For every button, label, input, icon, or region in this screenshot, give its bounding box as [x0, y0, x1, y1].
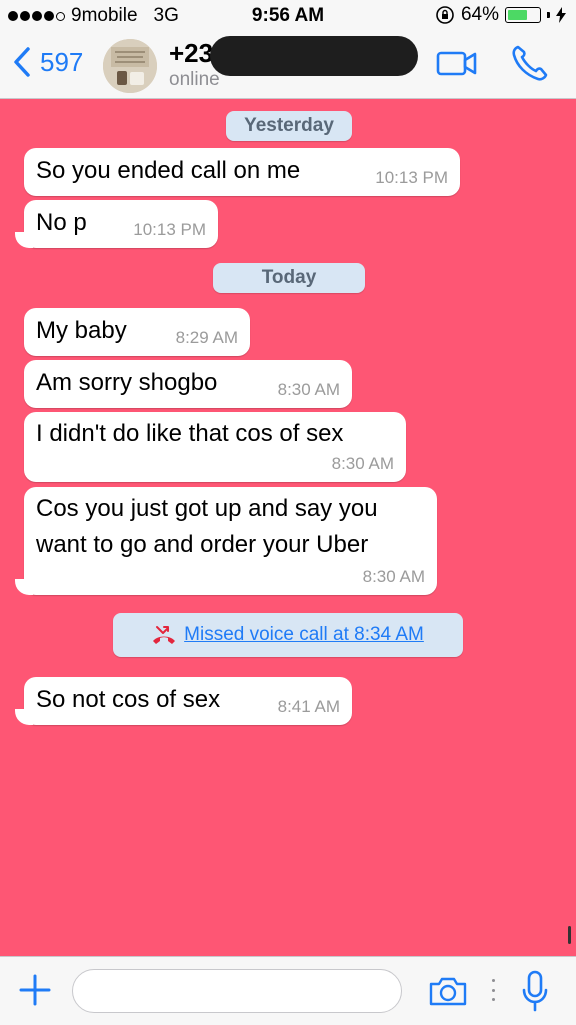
message-bubble[interactable]: I didn't do like that cos of sex 8:30 AM — [24, 412, 406, 482]
message-bubble[interactable]: So not cos of sex 8:41 AM — [15, 677, 352, 725]
message-text: Am sorry shogbo — [36, 369, 218, 396]
bubble-tail — [15, 232, 33, 248]
contact-name[interactable]: +23 — [169, 38, 213, 69]
message-time: 8:30 AM — [362, 567, 425, 586]
message-text-line-2: want to go and order your Uber — [36, 531, 369, 558]
message-time: 8:29 AM — [175, 328, 238, 347]
status-bar: 9mobile 3G 9:56 AM 64% — [0, 0, 576, 32]
date-header-yesterday: Yesterday — [226, 111, 352, 141]
message-time: 10:13 PM — [133, 220, 206, 239]
message-text-line-1: Cos you just got up and say you — [36, 495, 378, 522]
contact-status: online — [169, 69, 220, 90]
chat-header: 597 +23 online — [0, 32, 576, 99]
bubble-tail — [15, 579, 33, 595]
chat-area[interactable]: Yesterday So you ended call on me 10:13 … — [0, 98, 576, 956]
chevron-left-icon — [14, 47, 30, 77]
camera-button[interactable] — [428, 975, 468, 1007]
message-time: 10:13 PM — [375, 168, 448, 187]
message-text: So not cos of sex — [36, 686, 221, 713]
message-bubble[interactable]: So you ended call on me 10:13 PM — [24, 148, 460, 196]
missed-call-notice[interactable]: Missed voice call at 8:34 AM — [113, 613, 463, 657]
more-options-icon[interactable] — [490, 979, 496, 1001]
video-call-button[interactable] — [436, 48, 478, 78]
voice-call-button[interactable] — [510, 43, 550, 83]
message-bubble[interactable]: No p 10:13 PM — [15, 200, 218, 248]
message-time: 8:30 AM — [277, 380, 340, 399]
battery-icon — [505, 7, 541, 23]
status-right: 64% — [435, 4, 566, 26]
message-bubble[interactable]: Am sorry shogbo 8:30 AM — [24, 360, 352, 408]
back-button[interactable]: 597 — [12, 46, 83, 78]
avatar[interactable] — [103, 39, 157, 93]
message-bubble[interactable]: Cos you just got up and say you want to … — [15, 487, 437, 595]
add-attachment-button[interactable] — [18, 973, 52, 1007]
message-text: My baby — [36, 317, 127, 344]
back-count: 597 — [40, 46, 84, 77]
date-header-today: Today — [213, 263, 365, 293]
redaction-bar — [210, 36, 418, 76]
orientation-lock-icon — [436, 6, 454, 24]
message-text: No p — [36, 209, 87, 236]
message-text: So you ended call on me — [36, 157, 301, 184]
message-text: I didn't do like that cos of sex — [36, 420, 344, 447]
microphone-button[interactable] — [520, 969, 550, 1013]
message-time: 8:41 AM — [277, 697, 340, 716]
missed-call-icon — [153, 626, 176, 644]
message-time: 8:30 AM — [331, 454, 394, 473]
message-input[interactable] — [72, 969, 402, 1013]
missed-call-text: Missed voice call at 8:34 AM — [184, 624, 424, 645]
charging-bolt-icon — [556, 7, 566, 23]
message-bubble[interactable]: My baby 8:29 AM — [24, 308, 250, 356]
battery-tip — [547, 12, 550, 18]
scroll-indicator[interactable] — [568, 926, 571, 944]
battery-percent: 64% — [460, 4, 499, 25]
input-bar — [0, 956, 576, 1025]
bubble-tail — [15, 709, 33, 725]
avatar-image — [103, 39, 157, 93]
